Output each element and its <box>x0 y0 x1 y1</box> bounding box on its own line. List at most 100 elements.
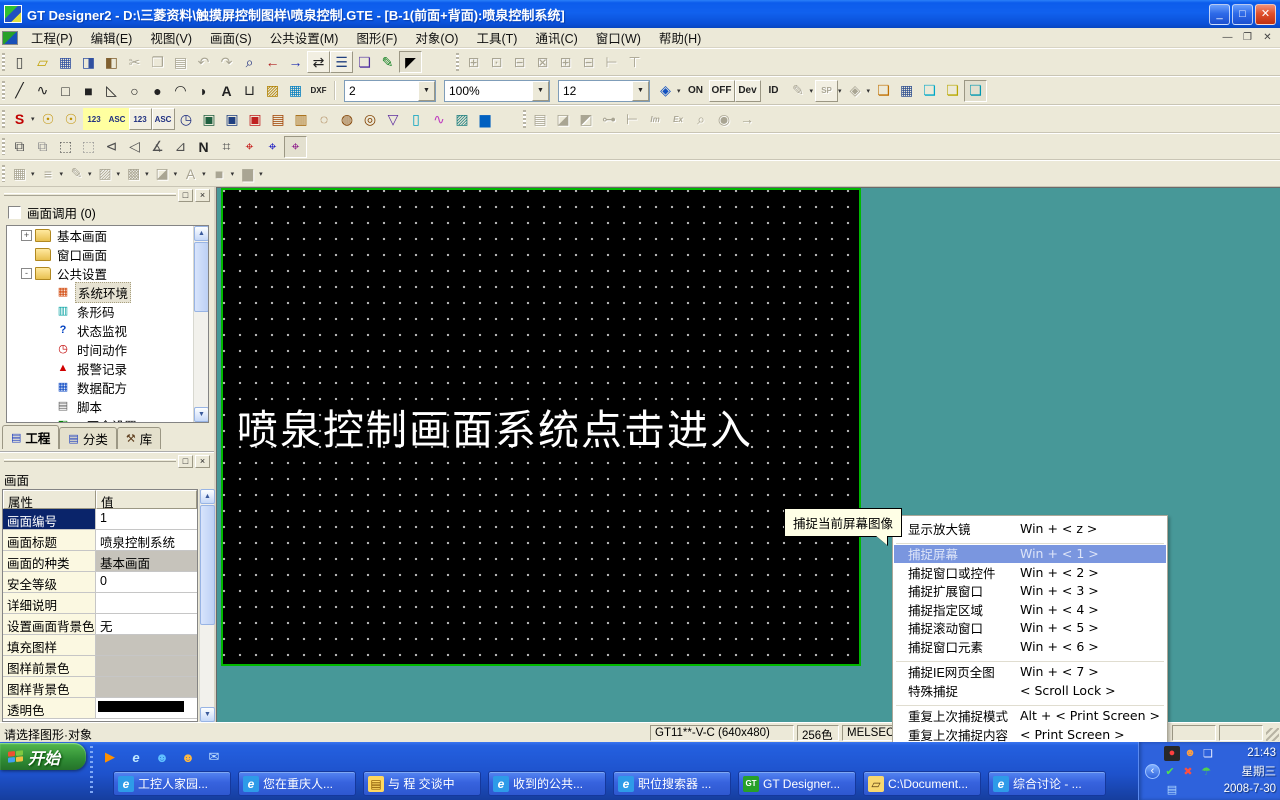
panel-grip[interactable]: □ × <box>2 188 212 202</box>
ungroup-icon[interactable]: ⬚ <box>77 136 100 158</box>
title-bar[interactable]: GT Designer2 - D:\三菱资料\触摸屏控制图样\喷泉控制.GTE … <box>0 0 1280 28</box>
numeric-input-icon[interactable]: 123 <box>129 108 152 130</box>
parts-word-icon[interactable]: ◍ <box>336 108 359 130</box>
start-button[interactable]: 开始 <box>0 743 86 770</box>
dropdown-caret-icon[interactable]: ▾ <box>867 87 871 95</box>
copy-icon[interactable]: ❐ <box>146 51 169 73</box>
off-preview-button[interactable]: OFF <box>709 80 735 102</box>
minimize-button[interactable]: _ <box>1209 4 1230 25</box>
text-color-icon[interactable]: A <box>179 163 202 185</box>
device-find2-icon[interactable]: ⌕ <box>690 108 713 130</box>
import-icon[interactable]: ◧ <box>100 51 123 73</box>
tool-icon[interactable]: ⊢ <box>621 108 644 130</box>
comment-word-icon[interactable]: ▣ <box>221 108 244 130</box>
panel-close-button[interactable]: × <box>195 455 210 468</box>
edit-vertex-icon[interactable]: N <box>192 136 215 158</box>
dropdown-caret-icon[interactable]: ▾ <box>145 170 149 178</box>
menu-item[interactable]: 图形(F) <box>347 26 406 49</box>
paint-icon[interactable]: ▨ <box>261 80 284 102</box>
align-right-icon[interactable]: ⊟ <box>508 51 531 73</box>
panel-float-button[interactable]: □ <box>178 189 193 202</box>
chat-tray-icon[interactable]: ☻ <box>1182 746 1198 761</box>
network-error-tray-icon[interactable]: ✖ <box>1180 764 1196 779</box>
property-value[interactable] <box>96 656 197 676</box>
draw-pen-icon[interactable]: ✎ <box>376 51 399 73</box>
tree-expander-icon[interactable] <box>41 287 52 298</box>
screen-copy-icon[interactable]: ❏ <box>872 80 895 102</box>
level-display-icon[interactable]: ▯ <box>405 108 428 130</box>
dock-tab[interactable]: ⚒ 库 <box>117 427 161 449</box>
property-value[interactable] <box>96 635 197 655</box>
dropdown-arrow-icon[interactable]: ▼ <box>632 81 649 101</box>
dock-tab[interactable]: ▤ 分类 <box>59 427 116 449</box>
tree-expander-icon[interactable] <box>41 382 52 393</box>
menu-item[interactable]: 对象(O) <box>406 26 467 49</box>
circle-icon[interactable]: ○ <box>123 80 146 102</box>
property-value[interactable]: 基本画面 <box>96 551 197 571</box>
tree-expander-icon[interactable]: + <box>21 230 32 241</box>
fill-color-icon[interactable]: ■ <box>208 163 231 185</box>
taskbar-task-button[interactable]: e 职位搜索器 ... <box>613 771 731 796</box>
bring-to-front-icon[interactable]: ⧉ <box>8 136 31 158</box>
panel-grip[interactable]: □ × <box>2 454 212 468</box>
tree-expander-icon[interactable] <box>41 325 52 336</box>
script-check-icon[interactable]: ◩ <box>575 108 598 130</box>
dropdown-caret-icon[interactable]: ▾ <box>259 170 263 178</box>
tree-item[interactable]: ▲ 报警记录 <box>7 359 208 378</box>
rotate-left-icon[interactable]: ∡ <box>146 136 169 158</box>
qq-icon[interactable]: ☻ <box>178 747 198 767</box>
tree-item[interactable]: ? 状态监视 <box>7 321 208 340</box>
import-tool-icon[interactable]: Im <box>644 108 667 130</box>
data-table-icon[interactable]: ▦ <box>895 80 918 102</box>
tree-item[interactable]: 窗口画面 <box>7 245 208 264</box>
select-cursor-icon[interactable]: ◤ <box>399 51 422 73</box>
align-left-icon[interactable]: ⊞ <box>462 51 485 73</box>
group-icon[interactable]: ⬚ <box>54 136 77 158</box>
tree-expander-icon[interactable] <box>41 420 52 423</box>
scroll-down-icon[interactable]: ▼ <box>194 407 209 422</box>
style-pen-icon[interactable]: ✎ <box>787 80 810 102</box>
mail-icon[interactable]: ✉ <box>204 747 224 767</box>
tree-item[interactable]: - 公共设置 <box>7 264 208 283</box>
dxf-icon[interactable]: DXF <box>307 80 330 102</box>
front-layer-window-icon[interactable]: ❏ <box>918 80 941 102</box>
taskbar-task-button[interactable]: e 收到的公共... <box>488 771 606 796</box>
umbrella-tray-icon[interactable]: ☂ <box>1198 764 1214 779</box>
dropdown-caret-icon[interactable]: ▾ <box>231 170 235 178</box>
menu-item[interactable]: 视图(V) <box>141 26 201 49</box>
property-row[interactable]: 详细说明 <box>3 593 197 614</box>
tree-item[interactable]: ◷ 时间动作 <box>7 340 208 359</box>
property-value[interactable]: 无 <box>96 614 197 634</box>
tray-collapse-icon[interactable]: ‹ <box>1145 764 1160 779</box>
ie-icon[interactable]: e <box>126 747 146 767</box>
tree-expander-icon[interactable] <box>41 306 52 317</box>
back-layer-window-icon[interactable]: ❏ <box>941 80 964 102</box>
property-value[interactable]: 1 <box>96 509 197 529</box>
select-figure-icon[interactable]: ⌖ <box>238 136 261 158</box>
tree-item[interactable]: ◧ Q冗余设置 <box>7 416 208 423</box>
shade-bucket-icon[interactable]: ◈ <box>844 80 867 102</box>
open-icon[interactable]: ▱ <box>31 51 54 73</box>
grid-style-icon[interactable]: ▦ <box>8 163 31 185</box>
alarm-history-icon[interactable]: ▤ <box>267 108 290 130</box>
context-menu-item[interactable]: 重复上次捕捉模式 Alt + < Print Screen > <box>894 707 1166 726</box>
parts-fixed-icon[interactable]: ◎ <box>359 108 382 130</box>
property-row[interactable]: 画面编号 1 <box>3 509 197 530</box>
safety-tray-icon[interactable]: ✔ <box>1162 764 1178 779</box>
menu-item[interactable]: 帮助(H) <box>650 26 710 49</box>
alarm-list-icon[interactable]: ▥ <box>290 108 313 130</box>
dropdown-caret-icon[interactable]: ▾ <box>174 170 178 178</box>
taskbar-task-button[interactable]: e 综合讨论 - ... <box>988 771 1106 796</box>
taskbar-task-button[interactable]: GT GT Designer... <box>738 771 856 796</box>
property-scrollbar[interactable]: ▲ ▼ <box>199 489 214 722</box>
save-icon[interactable]: ▦ <box>54 51 77 73</box>
data-list-icon[interactable]: ☰ <box>330 51 353 73</box>
align-middle-icon[interactable]: ⊞ <box>554 51 577 73</box>
scatter-graph-icon[interactable]: ▨ <box>451 108 474 130</box>
property-value[interactable]: 喷泉控制系统 <box>96 530 197 550</box>
property-value[interactable] <box>96 698 197 718</box>
script-edit-icon[interactable]: ◪ <box>552 108 575 130</box>
switch-object-icon[interactable]: S <box>8 108 31 130</box>
polyline-icon[interactable]: ∿ <box>31 80 54 102</box>
scroll-down-icon[interactable]: ▼ <box>200 707 215 722</box>
